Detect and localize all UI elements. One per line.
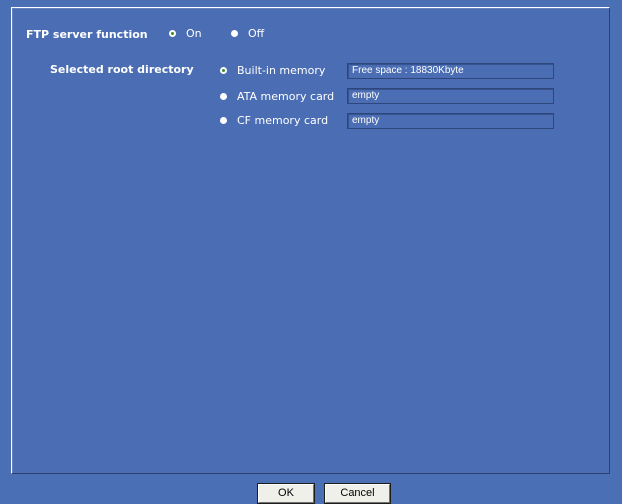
root-option-cf[interactable]: CF memory card bbox=[220, 114, 328, 127]
root-builtin-radio[interactable] bbox=[220, 67, 227, 74]
builtin-free-space-field: Free space : 18830Kbyte bbox=[347, 63, 554, 79]
root-option-builtin[interactable]: Built-in memory bbox=[220, 64, 325, 77]
root-cf-radio[interactable] bbox=[220, 117, 227, 124]
ftp-off-option[interactable]: Off bbox=[231, 27, 264, 40]
settings-panel: FTP server function On Off Selected root… bbox=[11, 7, 610, 474]
ftp-on-label: On bbox=[186, 27, 202, 40]
root-builtin-label: Built-in memory bbox=[237, 64, 326, 77]
ata-status-field: empty bbox=[347, 88, 554, 104]
ftp-off-label: Off bbox=[248, 27, 265, 40]
root-ata-label: ATA memory card bbox=[237, 90, 335, 103]
cancel-button[interactable]: Cancel bbox=[324, 483, 391, 504]
ftp-on-radio[interactable] bbox=[169, 30, 176, 37]
ftp-on-option[interactable]: On bbox=[169, 27, 202, 40]
root-option-ata[interactable]: ATA memory card bbox=[220, 90, 334, 103]
cf-status-field: empty bbox=[347, 113, 554, 129]
ok-button[interactable]: OK bbox=[257, 483, 315, 504]
selected-root-directory-label: Selected root directory bbox=[50, 63, 194, 76]
root-cf-label: CF memory card bbox=[237, 114, 329, 127]
root-ata-radio[interactable] bbox=[220, 93, 227, 100]
ftp-off-radio[interactable] bbox=[231, 30, 238, 37]
ftp-server-function-label: FTP server function bbox=[26, 28, 148, 41]
